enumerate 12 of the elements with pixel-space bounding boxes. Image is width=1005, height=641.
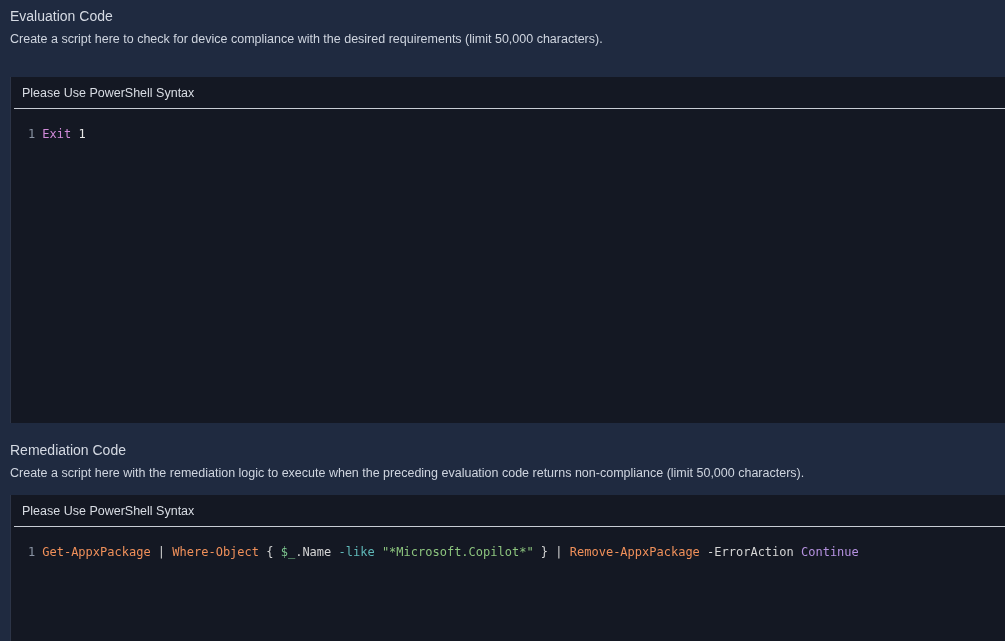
code-editor[interactable]: Please Use PowerShell Syntax 1 Exit 1 xyxy=(10,77,1005,423)
code-line: Get-AppxPackage | Where-Object { $_.Name -like "*Microsoft.Copilot*" } | Remove-AppxPackage -ErrorAction Continue xyxy=(42,544,859,560)
code-line: Exit 1 xyxy=(42,126,86,142)
line-number: 1 xyxy=(28,544,36,560)
code-editor[interactable]: Please Use PowerShell Syntax 1 Get-AppxPackage | Where-Object { $_.Name -like "*Microsoft.Copilot*" } | Remove-AppxPackage -ErrorAction Continue xyxy=(10,495,1005,641)
editor-header: Please Use PowerShell Syntax xyxy=(14,495,1005,527)
section-description: Create a script here with the remediation logic to execute when the preceding evaluation code returns non-compliance (limit 50,000 characters). xyxy=(10,465,806,481)
section-title: Remediation Code xyxy=(10,441,127,459)
section-title: Evaluation Code xyxy=(10,7,114,25)
line-number: 1 xyxy=(28,126,36,142)
section-description: Create a script here to check for device compliance with the desired requirements (limit 50,000 characters). xyxy=(10,31,604,47)
editor-header: Please Use PowerShell Syntax xyxy=(14,77,1005,109)
